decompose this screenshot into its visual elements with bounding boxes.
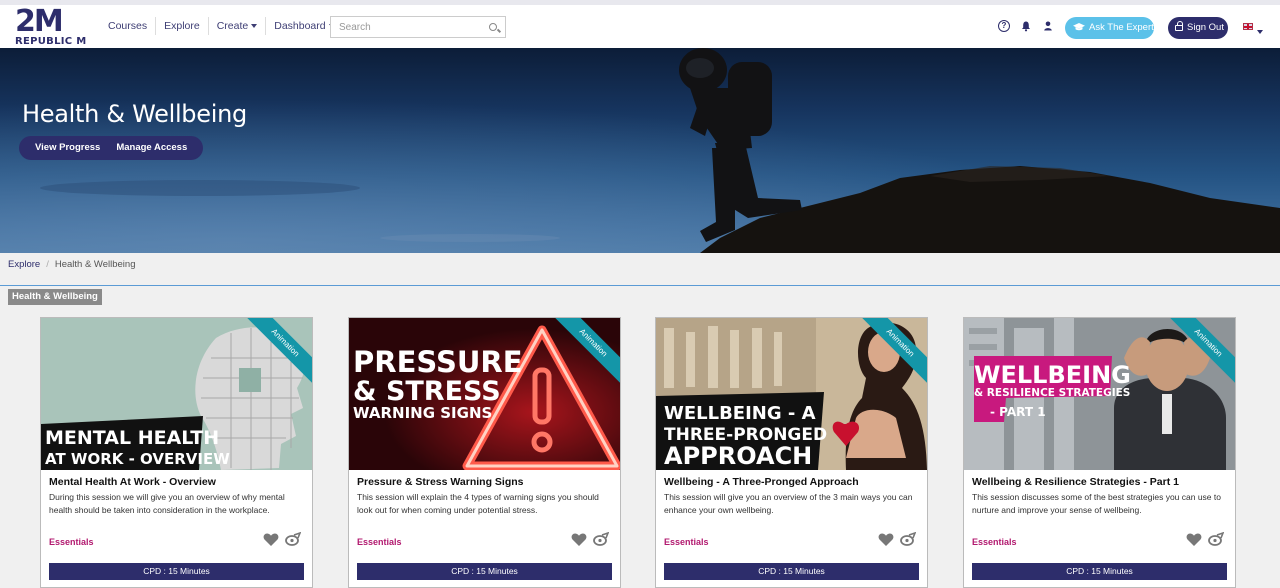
bell-icon[interactable] <box>1020 20 1032 32</box>
course-card[interactable]: PRESSURE & STRESS WARNING SIGNS Animatio… <box>348 317 621 588</box>
search-input[interactable] <box>331 17 481 38</box>
manage-access-button[interactable]: Manage Access <box>108 136 195 160</box>
course-card[interactable]: WELLBEING & RESILIENCE STRATEGIES - PART… <box>963 317 1236 588</box>
thumb-text: MENTAL HEALTH <box>45 427 219 449</box>
breadcrumb-separator: / <box>46 259 49 270</box>
breadcrumb: Explore / Health & Wellbeing <box>8 259 135 270</box>
thumb-text: & STRESS <box>353 376 501 407</box>
card-description: This session will give you an overview o… <box>664 492 913 515</box>
essentials-badge: Essentials <box>357 537 402 547</box>
share-icon[interactable] <box>1208 532 1224 546</box>
hero-banner: Health & Wellbeing View Progress Manage … <box>0 48 1280 253</box>
thumb-text: PRESSURE <box>353 345 523 379</box>
nav-explore[interactable]: Explore <box>156 17 209 35</box>
course-thumbnail[interactable]: MENTAL HEALTH AT WORK - OVERVIEW Animati… <box>41 318 312 470</box>
animation-ribbon: Animation <box>857 318 927 388</box>
main-nav: Courses Explore Create Dashboard <box>100 15 343 37</box>
course-card[interactable]: MENTAL HEALTH AT WORK - OVERVIEW Animati… <box>40 317 313 588</box>
cpd-duration-bar: CPD : 15 Minutes <box>972 563 1227 580</box>
category-tag: Health & Wellbeing <box>8 289 102 305</box>
thumb-text: WELLBEING - A <box>664 403 816 424</box>
ribbon: Animation <box>550 318 620 388</box>
ask-the-expert-button[interactable]: Ask The Expert <box>1065 17 1154 39</box>
nav-explore-label: Explore <box>164 20 200 32</box>
page-title: Health & Wellbeing <box>22 100 247 128</box>
nav-courses-label: Courses <box>108 20 148 32</box>
animation-ribbon: Animation <box>242 318 312 388</box>
cpd-duration-bar: CPD : 15 Minutes <box>357 563 612 580</box>
share-icon[interactable] <box>593 532 609 546</box>
card-title[interactable]: Mental Health At Work - Overview <box>49 476 216 488</box>
uk-flag-icon[interactable] <box>1243 23 1253 30</box>
course-thumbnail[interactable]: WELLBEING - A THREE-PRONGED APPROACH Ani… <box>656 318 927 470</box>
ribbon: Animation <box>242 318 312 388</box>
thumb-text: & RESILIENCE STRATEGIES <box>974 387 1130 399</box>
card-title[interactable]: Pressure & Stress Warning Signs <box>357 476 524 488</box>
heart-icon[interactable] <box>263 533 279 547</box>
course-thumbnail[interactable]: PRESSURE & STRESS WARNING SIGNS Animatio… <box>349 318 620 470</box>
cpd-duration-bar: CPD : 15 Minutes <box>664 563 919 580</box>
essentials-badge: Essentials <box>664 537 709 547</box>
lock-icon <box>1175 21 1183 31</box>
section-divider <box>0 285 1280 286</box>
card-title[interactable]: Wellbeing & Resilience Strategies - Part… <box>972 476 1179 488</box>
view-progress-button[interactable]: View Progress <box>27 136 108 160</box>
breadcrumb-explore[interactable]: Explore <box>8 259 40 270</box>
nav-create-label: Create <box>216 20 249 32</box>
share-icon[interactable] <box>900 532 916 546</box>
top-navbar: 2M REPUBLIC M Courses Explore Create Das… <box>0 0 1280 48</box>
thumb-text: - PART 1 <box>990 405 1046 419</box>
nav-courses[interactable]: Courses <box>100 17 157 35</box>
heart-icon[interactable] <box>571 533 587 547</box>
republic-m-logo[interactable]: 2M REPUBLIC M <box>15 7 87 49</box>
thumb-text: WARNING SIGNS <box>353 404 492 422</box>
nav-dashboard-label: Dashboard <box>274 20 326 32</box>
animation-ribbon: Animation <box>550 318 620 388</box>
heart-icon[interactable] <box>878 533 894 547</box>
heart-icon[interactable] <box>1186 533 1202 547</box>
search-box <box>330 16 506 38</box>
breadcrumb-current: Health & Wellbeing <box>54 259 136 270</box>
ask-the-expert-label: Ask The Expert <box>1089 22 1154 33</box>
ribbon: Animation <box>857 318 927 388</box>
card-description: This session will explain the 4 types of… <box>357 492 599 515</box>
course-card[interactable]: WELLBEING - A THREE-PRONGED APPROACH Ani… <box>655 317 928 588</box>
card-title[interactable]: Wellbeing - A Three-Pronged Approach <box>664 476 859 488</box>
sign-out-button[interactable]: Sign Out <box>1168 17 1228 39</box>
card-description: This session discusses some of the best … <box>972 492 1221 515</box>
thumb-text: APPROACH <box>664 442 812 470</box>
sign-out-label: Sign Out <box>1187 22 1224 33</box>
essentials-badge: Essentials <box>49 537 94 547</box>
nav-create-dropdown[interactable]: Create <box>209 17 267 35</box>
help-icon[interactable]: ? <box>998 20 1010 32</box>
logo-mark: 2M <box>15 4 64 39</box>
hero-actions-group: View Progress Manage Access <box>19 136 204 160</box>
cpd-duration-bar: CPD : 15 Minutes <box>49 563 304 580</box>
caret-down-icon <box>251 24 258 29</box>
user-icon[interactable] <box>1042 20 1054 32</box>
card-description: During this session we will give you an … <box>49 492 285 515</box>
animation-ribbon: Animation <box>1165 318 1235 388</box>
search-icon[interactable] <box>489 23 497 31</box>
thumb-text: WELLBEING <box>974 361 1131 389</box>
graduation-cap-icon <box>1073 23 1085 31</box>
ribbon: Animation <box>1165 318 1235 388</box>
logo-text: REPUBLIC M <box>15 36 87 47</box>
language-caret-icon[interactable] <box>1257 30 1263 34</box>
share-icon[interactable] <box>285 532 301 546</box>
essentials-badge: Essentials <box>972 537 1017 547</box>
course-thumbnail[interactable]: WELLBEING & RESILIENCE STRATEGIES - PART… <box>964 318 1235 470</box>
thumb-text: AT WORK - OVERVIEW <box>45 450 230 468</box>
